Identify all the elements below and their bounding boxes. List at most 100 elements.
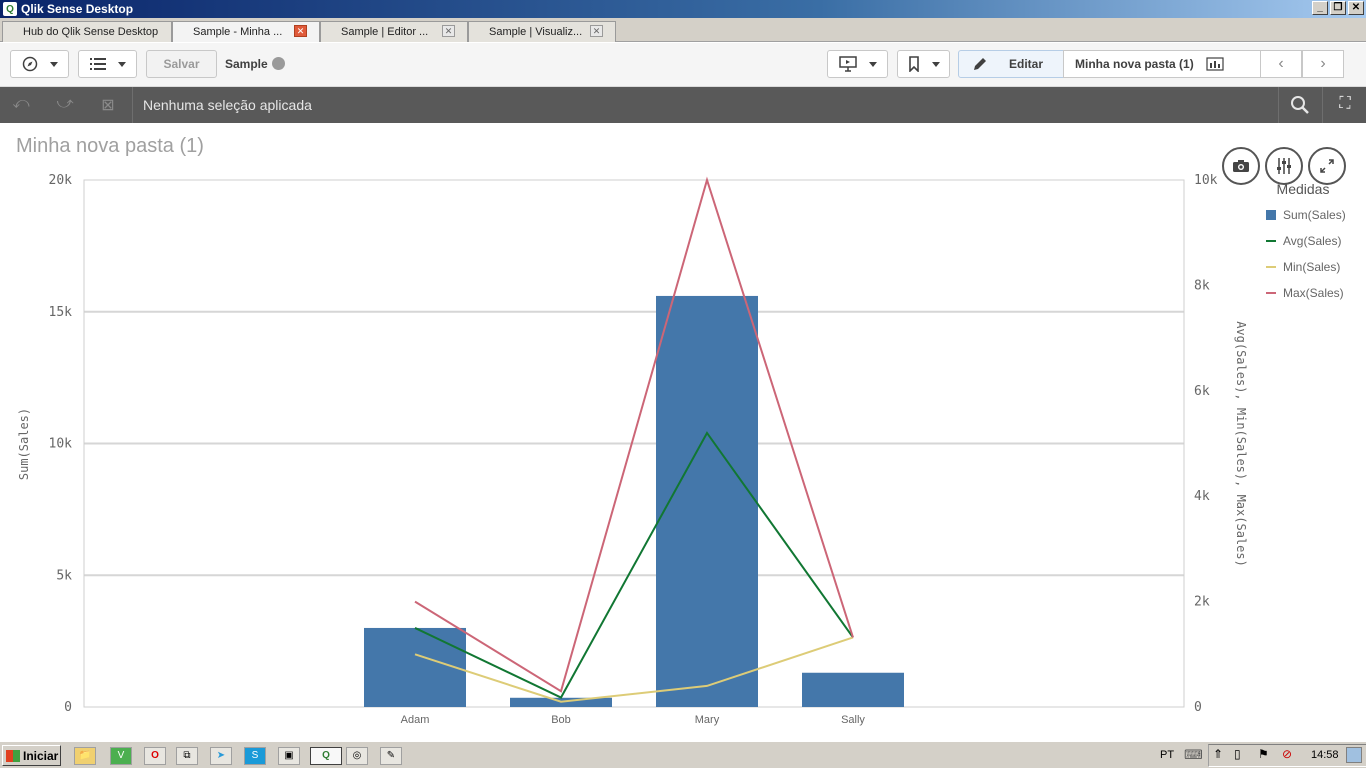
left-tick-label: 0 xyxy=(64,700,72,715)
global-menu-button[interactable] xyxy=(78,50,137,78)
chevron-left-icon: ‹ xyxy=(1278,55,1284,72)
qlik-taskbar-icon[interactable]: Q xyxy=(310,747,342,765)
sheet-selector[interactable]: Minha nova pasta (1) xyxy=(1063,50,1261,78)
line-maxsales[interactable] xyxy=(414,176,854,693)
left-tick-label: 20k xyxy=(49,173,73,188)
previous-sheet-button[interactable]: ‹ xyxy=(1260,50,1302,78)
terminal-icon[interactable]: ▣ xyxy=(278,747,300,765)
explore-menu-button[interactable] xyxy=(1265,147,1303,185)
tab-sample-editor[interactable]: Sample | Editor ... ✕ xyxy=(320,21,468,42)
right-tick-label: 8k xyxy=(1194,278,1210,293)
veeam-icon[interactable]: V xyxy=(110,747,132,765)
skype-icon[interactable]: S xyxy=(244,747,266,765)
start-button[interactable]: Iniciar xyxy=(2,745,61,766)
clock[interactable]: 14:58 xyxy=(1311,749,1339,761)
line-avgsales[interactable] xyxy=(414,431,854,699)
right-tick-label: 0 xyxy=(1194,700,1202,715)
plot-area-border xyxy=(83,179,1185,708)
language-indicator[interactable]: PT xyxy=(1160,749,1174,761)
sheet-grid-icon xyxy=(1206,57,1224,71)
next-sheet-button[interactable]: › xyxy=(1302,50,1344,78)
tab-label: Sample | Editor ... xyxy=(341,26,429,38)
explorer-icon[interactable]: 📁 xyxy=(74,747,96,765)
left-tick-label: 15k xyxy=(49,305,73,320)
sheet-selector-label: Minha nova pasta (1) xyxy=(1075,57,1194,71)
keyboard-icon[interactable]: ⌨ xyxy=(1184,747,1203,763)
opera-icon[interactable]: O xyxy=(144,747,166,765)
edit-button[interactable]: Editar xyxy=(958,50,1064,78)
edit-label: Editar xyxy=(1009,57,1044,71)
volume-muted-icon[interactable]: ⊘ xyxy=(1282,747,1292,761)
bar-sally[interactable] xyxy=(802,672,904,707)
tab-close-icon[interactable]: ✕ xyxy=(442,25,455,37)
chevron-down-icon xyxy=(49,61,58,67)
legend-item[interactable]: Avg(Sales) xyxy=(1266,234,1341,248)
step-back-icon[interactable]: ⤺ xyxy=(10,95,32,115)
notepad-icon[interactable]: ✎ xyxy=(380,747,402,765)
legend-label: Sum(Sales) xyxy=(1283,208,1346,222)
restore-icon[interactable]: ❐ xyxy=(1330,1,1346,15)
bookmark-icon xyxy=(908,56,919,72)
save-button[interactable]: Salvar xyxy=(146,50,217,78)
snapshot-button[interactable] xyxy=(1222,147,1260,185)
flag-icon[interactable]: ⚑ xyxy=(1258,747,1269,761)
chevron-right-icon: › xyxy=(1320,55,1326,72)
tab-close-icon[interactable]: ✕ xyxy=(294,25,307,37)
chart-legend: Sum(Sales) Avg(Sales) Min(Sales) Max(Sales) xyxy=(1266,208,1346,300)
tab-hub[interactable]: Hub do Qlik Sense Desktop xyxy=(2,21,172,42)
step-forward-icon[interactable]: ⤻ xyxy=(54,95,76,115)
window-titlebar: Q Qlik Sense Desktop _ ❐ ✕ xyxy=(0,0,1366,18)
list-icon xyxy=(89,58,106,70)
legend-swatch xyxy=(1266,266,1276,268)
chevron-down-icon xyxy=(117,61,126,67)
category-tick-label: Adam xyxy=(401,714,430,726)
legend-swatch xyxy=(1266,240,1276,242)
chart-grid xyxy=(84,310,1184,577)
start-label: Iniciar xyxy=(23,748,59,763)
tab-label: Sample - Minha ... xyxy=(193,26,283,38)
line-series xyxy=(414,176,854,703)
expand-icon xyxy=(1320,159,1334,173)
tab-sample-viz[interactable]: Sample | Visualiz... ✕ xyxy=(468,21,616,42)
window-title: Qlik Sense Desktop xyxy=(21,2,134,16)
story-menu-button[interactable] xyxy=(827,50,888,78)
camera-icon xyxy=(1233,160,1249,172)
category-tick-label: Sally xyxy=(841,714,865,726)
navigation-menu-button[interactable] xyxy=(10,50,69,78)
tab-bar: Hub do Qlik Sense Desktop Sample - Minha… xyxy=(0,18,1366,42)
line-minsales[interactable] xyxy=(414,636,854,703)
bar-bob[interactable] xyxy=(510,697,612,707)
close-icon[interactable]: ✕ xyxy=(1348,1,1364,15)
tab-close-icon[interactable]: ✕ xyxy=(590,25,603,37)
sheet-title: Minha nova pasta (1) xyxy=(16,135,204,157)
browser-icon[interactable]: ◎ xyxy=(346,747,368,765)
network-app-icon[interactable]: ⧉ xyxy=(176,747,198,765)
legend-label: Avg(Sales) xyxy=(1283,234,1341,248)
left-axis-label: Sum(Sales) xyxy=(17,408,31,480)
minimize-icon[interactable]: _ xyxy=(1312,1,1328,15)
clear-selections-icon[interactable]: ⊠ xyxy=(97,95,119,115)
tab-label: Hub do Qlik Sense Desktop xyxy=(23,26,159,38)
category-tick-label: Mary xyxy=(695,714,720,726)
show-desktop-icon[interactable] xyxy=(1346,747,1362,763)
compass-icon xyxy=(22,56,37,72)
qlik-app-icon: Q xyxy=(3,2,17,16)
telegram-icon[interactable]: ➤ xyxy=(210,747,232,765)
bar-adam[interactable] xyxy=(364,627,466,707)
bookmark-menu-button[interactable] xyxy=(897,50,950,78)
windows-logo-icon xyxy=(6,749,20,762)
tab-sample-sheet[interactable]: Sample - Minha ... ✕ xyxy=(172,21,320,42)
right-tick-label: 6k xyxy=(1194,384,1210,399)
search-icon[interactable] xyxy=(1289,95,1311,115)
legend-item[interactable]: Sum(Sales) xyxy=(1266,208,1346,222)
legend-item[interactable]: Max(Sales) xyxy=(1266,286,1344,300)
right-tick-label: 10k xyxy=(1194,173,1218,188)
legend-item[interactable]: Min(Sales) xyxy=(1266,260,1340,274)
legend-label: Min(Sales) xyxy=(1283,260,1340,274)
bar-mary[interactable] xyxy=(656,295,758,707)
fullscreen-button[interactable] xyxy=(1308,147,1346,185)
right-tick-label: 4k xyxy=(1194,489,1210,504)
device-icon[interactable]: ▯ xyxy=(1234,747,1241,761)
show-hidden-icons[interactable]: ⇑ xyxy=(1213,747,1223,761)
selection-tool-icon[interactable]: ⛶ xyxy=(1334,95,1356,115)
